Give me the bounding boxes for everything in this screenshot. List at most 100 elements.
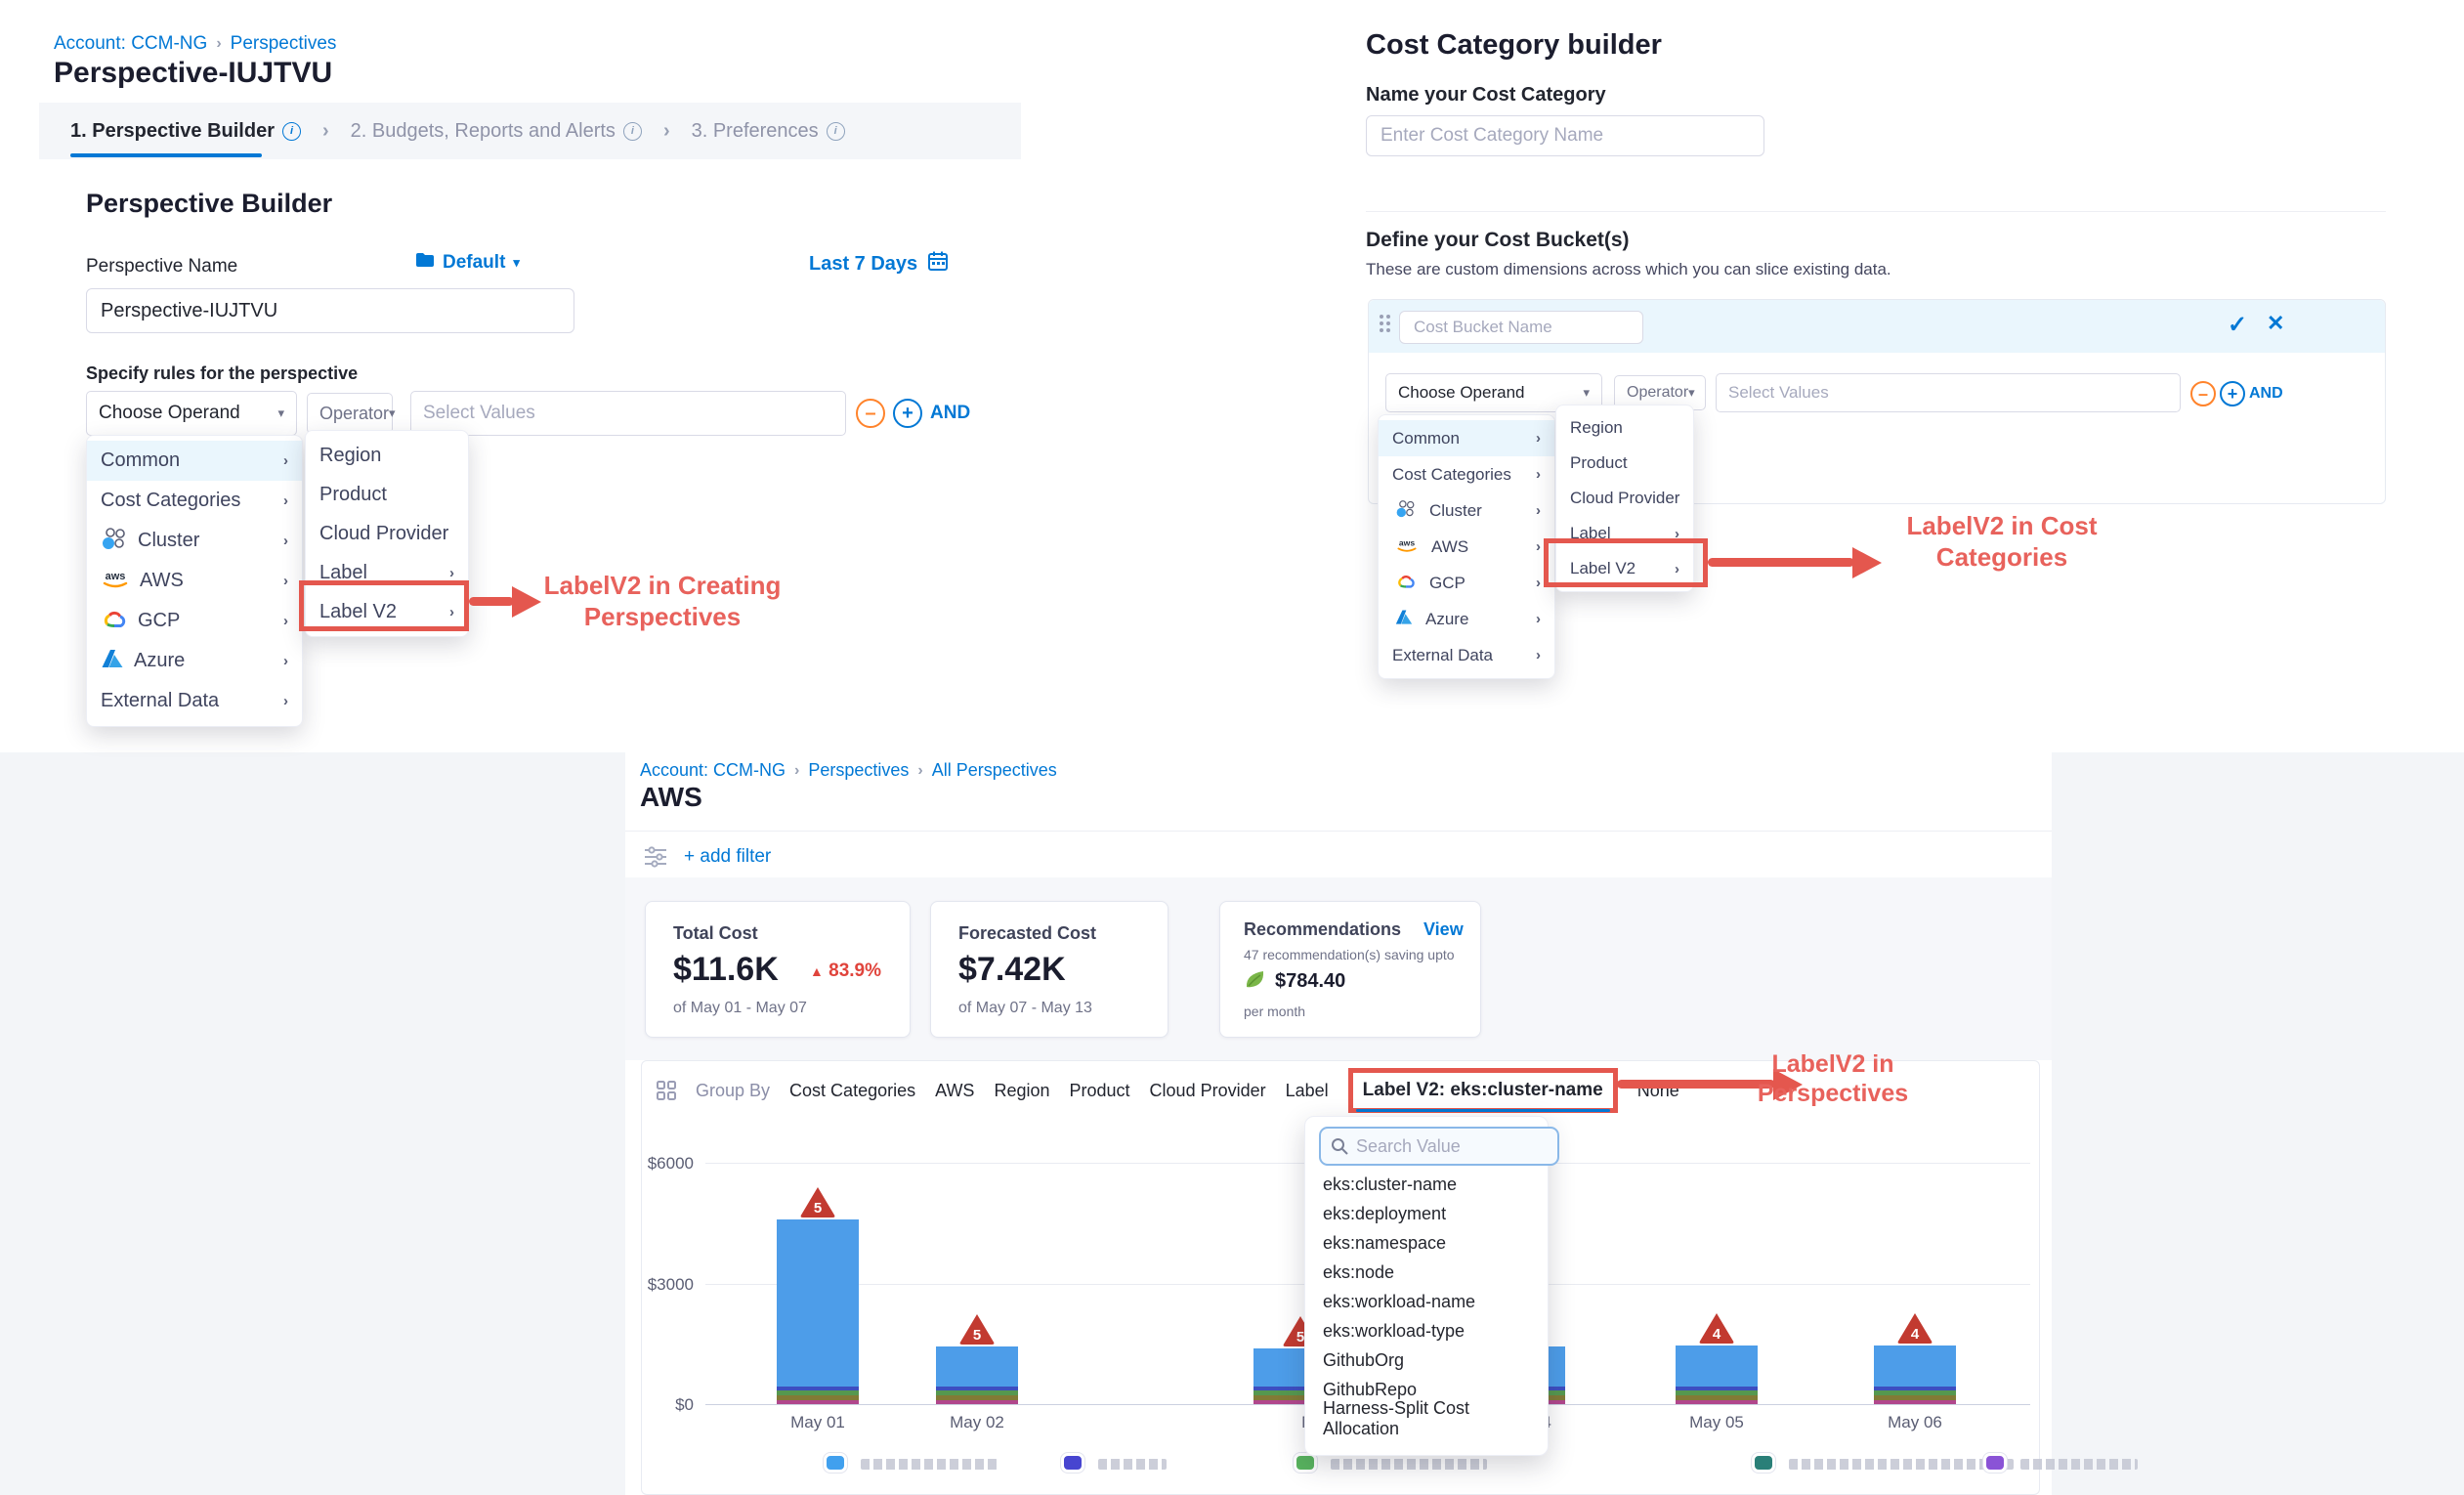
menu-item-region[interactable]: Region	[1556, 410, 1693, 446]
search-value-input[interactable]: Search Value	[1319, 1127, 1559, 1166]
menu-item-label[interactable]: Label›	[306, 553, 468, 592]
breadcrumb-all-perspectives[interactable]: All Perspectives	[932, 760, 1057, 781]
menu-item-common[interactable]: Common›	[87, 441, 302, 481]
menu-item-cost-categories[interactable]: Cost Categories›	[1379, 456, 1554, 492]
label-value-option[interactable]: eks:cluster-name	[1305, 1170, 1548, 1199]
breadcrumb-perspectives[interactable]: Perspectives	[808, 760, 909, 781]
cc-and-operator-button[interactable]: AND	[2249, 385, 2283, 403]
chevron-right-icon: ›	[663, 120, 670, 143]
values-input[interactable]: Select Values	[410, 391, 846, 436]
cc-add-rule-button[interactable]: +	[2220, 381, 2245, 406]
tab-preferences[interactable]: 3. Preferencesi	[692, 120, 845, 143]
tab-budgets-reports-alerts[interactable]: 2. Budgets, Reports and Alertsi	[351, 120, 642, 143]
recommendations-card[interactable]: Recommendations View 47 recommendation(s…	[1219, 901, 1481, 1038]
perspective-name-input[interactable]: Perspective-IUJTVU	[86, 288, 574, 333]
legend-chip[interactable]	[824, 1453, 847, 1473]
menu-item-label-v2[interactable]: Label V2›	[1556, 551, 1693, 586]
anomaly-badge-icon[interactable]: 4	[1895, 1310, 1934, 1346]
filter-icon[interactable]	[643, 846, 668, 873]
cost-bucket-name-input[interactable]: Cost Bucket Name	[1399, 311, 1643, 344]
label-value-option[interactable]: eks:namespace	[1305, 1228, 1548, 1258]
operand-select[interactable]: Choose Operand▾	[86, 391, 297, 436]
menu-item-cluster[interactable]: Cluster›	[87, 521, 302, 561]
cc-remove-rule-button[interactable]: –	[2190, 381, 2216, 406]
search-icon	[1331, 1137, 1348, 1155]
forecasted-cost-label: Forecasted Cost	[958, 923, 1096, 944]
menu-item-cost-categories[interactable]: Cost Categories›	[87, 481, 302, 521]
anomaly-badge-icon[interactable]: 5	[957, 1311, 997, 1346]
group-by-active-labelv2[interactable]: Label V2: eks:cluster-name	[1348, 1068, 1618, 1113]
folder-selector[interactable]: Default ▾	[415, 252, 520, 274]
menu-item-azure[interactable]: Azure›	[1379, 601, 1554, 637]
group-by-aws[interactable]: AWS	[935, 1081, 974, 1101]
menu-item-cloud-provider[interactable]: Cloud Provider	[1556, 481, 1693, 516]
menu-item-cloud-provider[interactable]: Cloud Provider	[306, 514, 468, 553]
menu-item-gcp[interactable]: GCP›	[87, 601, 302, 641]
close-bucket-icon[interactable]: ✕	[2267, 311, 2284, 336]
label-value-option[interactable]: Harness-Split Cost Allocation	[1305, 1404, 1548, 1433]
operator-select[interactable]: Operator▾	[307, 393, 393, 434]
chevron-right-icon: ›	[1675, 561, 1679, 577]
menu-item-common[interactable]: Common›	[1379, 420, 1554, 456]
label-value-option[interactable]: GithubOrg	[1305, 1346, 1548, 1375]
breadcrumb-perspectives[interactable]: Perspectives	[231, 33, 337, 55]
remove-rule-button[interactable]: –	[856, 399, 885, 428]
group-by-label[interactable]: Label	[1286, 1081, 1329, 1101]
stack-segment	[777, 1395, 859, 1400]
legend-chip[interactable]	[1752, 1453, 1775, 1473]
label-value-option[interactable]: eks:workload-type	[1305, 1316, 1548, 1346]
anomaly-badge-icon[interactable]: 5	[798, 1184, 837, 1219]
group-by-cost-categories[interactable]: Cost Categories	[789, 1081, 915, 1101]
confirm-bucket-icon[interactable]: ✓	[2228, 311, 2247, 339]
menu-item-azure[interactable]: Azure›	[87, 641, 302, 681]
menu-item-external-data[interactable]: External Data›	[1379, 637, 1554, 673]
group-by-region[interactable]: Region	[994, 1081, 1049, 1101]
menu-item-label: Product	[319, 484, 454, 506]
drag-handle-icon[interactable]	[1380, 315, 1390, 332]
menu-item-aws[interactable]: awsAWS›	[1379, 529, 1554, 565]
add-rule-button[interactable]: +	[893, 399, 922, 428]
and-operator-button[interactable]: AND	[930, 403, 970, 424]
group-by-cloud-provider[interactable]: Cloud Provider	[1150, 1081, 1266, 1101]
label-value-option[interactable]: eks:deployment	[1305, 1199, 1548, 1228]
menu-item-product[interactable]: Product	[306, 475, 468, 514]
label-value-option[interactable]: eks:workload-name	[1305, 1287, 1548, 1316]
label-value-option[interactable]: eks:node	[1305, 1258, 1548, 1287]
tab-perspective-builder[interactable]: 1. Perspective Builderi	[70, 120, 301, 143]
menu-item-external-data[interactable]: External Data›	[87, 681, 302, 721]
cc-values-input[interactable]: Select Values	[1716, 373, 2181, 412]
menu-item-cluster[interactable]: Cluster›	[1379, 492, 1554, 529]
menu-item-gcp[interactable]: GCP›	[1379, 565, 1554, 601]
menu-item-label-v2[interactable]: Label V2›	[306, 592, 468, 631]
breadcrumb-account[interactable]: Account: CCM-NG	[640, 760, 786, 781]
menu-item-product[interactable]: Product	[1556, 446, 1693, 481]
menu-item-aws[interactable]: awsAWS›	[87, 561, 302, 601]
menu-item-label[interactable]: Label›	[1556, 516, 1693, 551]
breadcrumb-account[interactable]: Account: CCM-NG	[54, 33, 207, 55]
add-filter-button[interactable]: + add filter	[684, 846, 771, 868]
legend-label-clipped	[2020, 1459, 2138, 1470]
chevron-right-icon: ›	[283, 533, 288, 549]
group-by-product[interactable]: Product	[1070, 1081, 1130, 1101]
menu-item-label: GCP	[138, 610, 274, 632]
legend-chip[interactable]	[1294, 1453, 1317, 1473]
legend-label-clipped	[1098, 1459, 1167, 1470]
legend-chip[interactable]	[1983, 1453, 2007, 1473]
bar-may-06[interactable]	[1874, 1346, 1956, 1404]
operand-dropdown-menu: Common›Cost Categories›Cluster›awsAWS›GC…	[86, 435, 303, 727]
stack-segment-main	[936, 1346, 1018, 1387]
bar-may-02[interactable]	[936, 1346, 1018, 1404]
breadcrumb: Account: CCM-NG › Perspectives	[54, 33, 336, 55]
total-cost-card[interactable]: Total Cost $11.6K ▲ 83.9% of May 01 - Ma…	[645, 901, 911, 1038]
legend-chip[interactable]	[1061, 1453, 1084, 1473]
bar-may-01[interactable]	[777, 1219, 859, 1404]
stack-segment	[936, 1395, 1018, 1400]
cc-name-input[interactable]: Enter Cost Category Name	[1366, 115, 1764, 156]
anomaly-badge-icon[interactable]: 4	[1697, 1310, 1736, 1346]
bar-may-05[interactable]	[1676, 1346, 1758, 1404]
cluster-icon	[1395, 498, 1417, 522]
date-range-picker[interactable]: Last 7 Days	[809, 250, 949, 278]
forecasted-cost-card[interactable]: Forecasted Cost $7.42K of May 07 - May 1…	[930, 901, 1168, 1038]
menu-item-region[interactable]: Region	[306, 436, 468, 475]
view-recommendations-link[interactable]: View	[1423, 919, 1464, 940]
